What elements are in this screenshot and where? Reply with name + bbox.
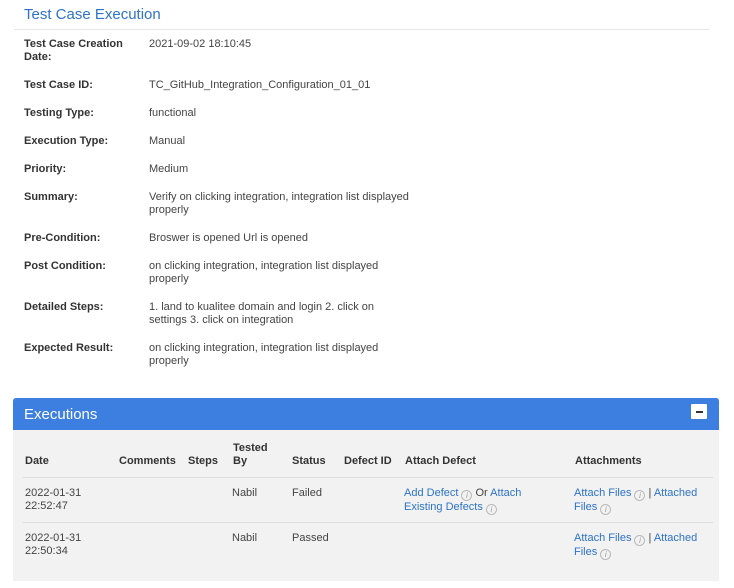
column-header-attach-defect: Attach Defect (405, 455, 476, 467)
info-icon: i (485, 504, 497, 515)
add-defect-link[interactable]: Add Defect (404, 487, 458, 499)
detail-label: Priority: (24, 163, 67, 175)
row-1-attach-defect-cell: Add Defect i Or Attach Existing Defects i (404, 487, 539, 515)
detail-label: Expected Result: (24, 342, 114, 354)
row-2-tested-by: Nabil (232, 532, 258, 544)
info-icon: i (461, 490, 473, 501)
attach-files-link[interactable]: Attach Files (574, 487, 631, 499)
minus-icon[interactable] (691, 404, 707, 419)
link-separator: | (648, 487, 652, 499)
executions-header: Executions (13, 398, 719, 430)
info-icon: i (634, 490, 646, 501)
detail-label: Testing Type: (24, 107, 94, 119)
row-2-status: Passed (292, 532, 329, 544)
detail-value: Manual (149, 135, 186, 147)
attach-files-link[interactable]: Attach Files (574, 532, 631, 544)
detail-label: Test Case Creation Date: (24, 38, 123, 63)
column-header-date: Date (25, 455, 49, 467)
detail-value: Verify on clicking integration, integrat… (149, 191, 409, 216)
detail-label: Pre-Condition: (24, 232, 101, 244)
table-divider (23, 477, 713, 478)
detail-label: Summary: (24, 191, 78, 203)
page-title: Test Case Execution (24, 6, 161, 23)
detail-value: 2021-09-02 18:10:45 (149, 38, 252, 50)
info-icon: i (600, 504, 612, 515)
detail-label: Detailed Steps: (24, 301, 104, 313)
detail-value: on clicking integration, integration lis… (149, 342, 379, 367)
row-2-date: 2022-01-31 22:50:34 (25, 532, 82, 557)
detail-label: Test Case ID: (24, 79, 93, 91)
detail-value: 1. land to kualitee domain and login 2. … (149, 301, 375, 326)
title-divider (14, 29, 709, 30)
column-header-defect-id: Defect ID (344, 455, 392, 467)
row-2-attachments-cell: Attach Files i | Attached Files i (574, 532, 709, 560)
executions-panel: Executions Date Comments Steps Tested By… (13, 398, 719, 581)
or-text: Or (475, 487, 488, 499)
column-header-status: Status (292, 455, 326, 467)
detail-value: Broswer is opened Url is opened (149, 232, 308, 244)
row-1-tested-by: Nabil (232, 487, 258, 499)
detail-value: on clicking integration, integration lis… (149, 260, 379, 285)
link-separator: | (648, 532, 652, 544)
detail-label: Post Condition: (24, 260, 106, 272)
row-1-attachments-cell: Attach Files i | Attached Files i (574, 487, 709, 515)
info-icon: i (634, 535, 646, 546)
column-header-tested-by: Tested By (233, 442, 268, 467)
table-divider (23, 522, 713, 523)
row-1-date: 2022-01-31 22:52:47 (25, 487, 82, 512)
executions-title: Executions (24, 406, 98, 423)
detail-value: TC_GitHub_Integration_Configuration_01_0… (149, 79, 371, 91)
column-header-steps: Steps (188, 455, 218, 467)
info-icon: i (600, 549, 612, 560)
row-1-status: Failed (292, 487, 322, 499)
column-header-attachments: Attachments (575, 455, 642, 467)
column-header-comments: Comments (119, 455, 176, 467)
detail-value: Medium (149, 163, 189, 175)
detail-value: functional (149, 107, 197, 119)
detail-label: Execution Type: (24, 135, 109, 147)
